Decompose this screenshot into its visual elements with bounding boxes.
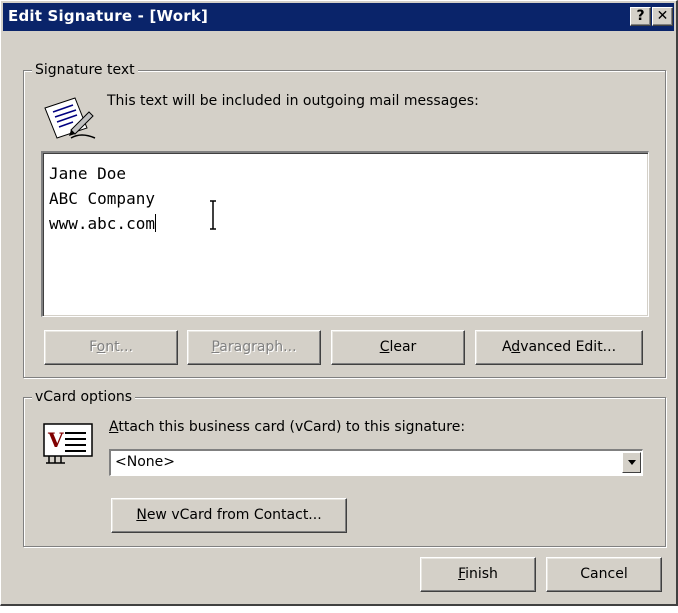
help-button[interactable]: ? xyxy=(630,7,651,26)
attach-vcard-label: Attach this business card (vCard) to thi… xyxy=(109,419,466,435)
advanced-edit-button[interactable]: Advanced Edit... xyxy=(475,330,643,365)
dropdown-arrow-icon[interactable] xyxy=(622,452,641,473)
clear-button[interactable]: Clear xyxy=(331,330,465,365)
vcard-options-legend: vCard options xyxy=(32,389,136,405)
window-title: Edit Signature - [Work] xyxy=(8,7,209,25)
signature-line-company: ABC Company xyxy=(49,189,155,208)
signature-description: This text will be included in outgoing m… xyxy=(107,93,479,109)
title-bar[interactable]: Edit Signature - [Work] ? ✕ xyxy=(3,3,674,31)
close-button[interactable]: ✕ xyxy=(652,7,673,26)
font-button[interactable]: Font... xyxy=(44,330,178,365)
signature-text-legend: Signature text xyxy=(32,62,138,78)
cancel-button[interactable]: Cancel xyxy=(546,557,662,592)
vcard-select-value: <None> xyxy=(115,454,175,470)
signature-textarea[interactable]: Jane Doe ABC Company www.abc.com xyxy=(41,151,649,317)
signature-line-website: www.abc.com xyxy=(49,214,156,233)
svg-text:V: V xyxy=(47,428,64,452)
finish-button[interactable]: Finish xyxy=(420,557,536,592)
new-vcard-from-contact-button[interactable]: New vCard from Contact... xyxy=(111,498,347,533)
vcard-icon: V xyxy=(43,423,93,464)
paragraph-button[interactable]: Paragraph... xyxy=(187,330,321,365)
text-caret xyxy=(154,214,156,232)
edit-signature-dialog: Edit Signature - [Work] ? ✕ Signature te… xyxy=(0,0,678,606)
vcard-select[interactable]: <None> xyxy=(109,449,643,476)
signature-line-name: Jane Doe xyxy=(49,164,127,183)
signature-pen-icon xyxy=(44,97,96,139)
i-beam-cursor-icon xyxy=(210,200,216,230)
